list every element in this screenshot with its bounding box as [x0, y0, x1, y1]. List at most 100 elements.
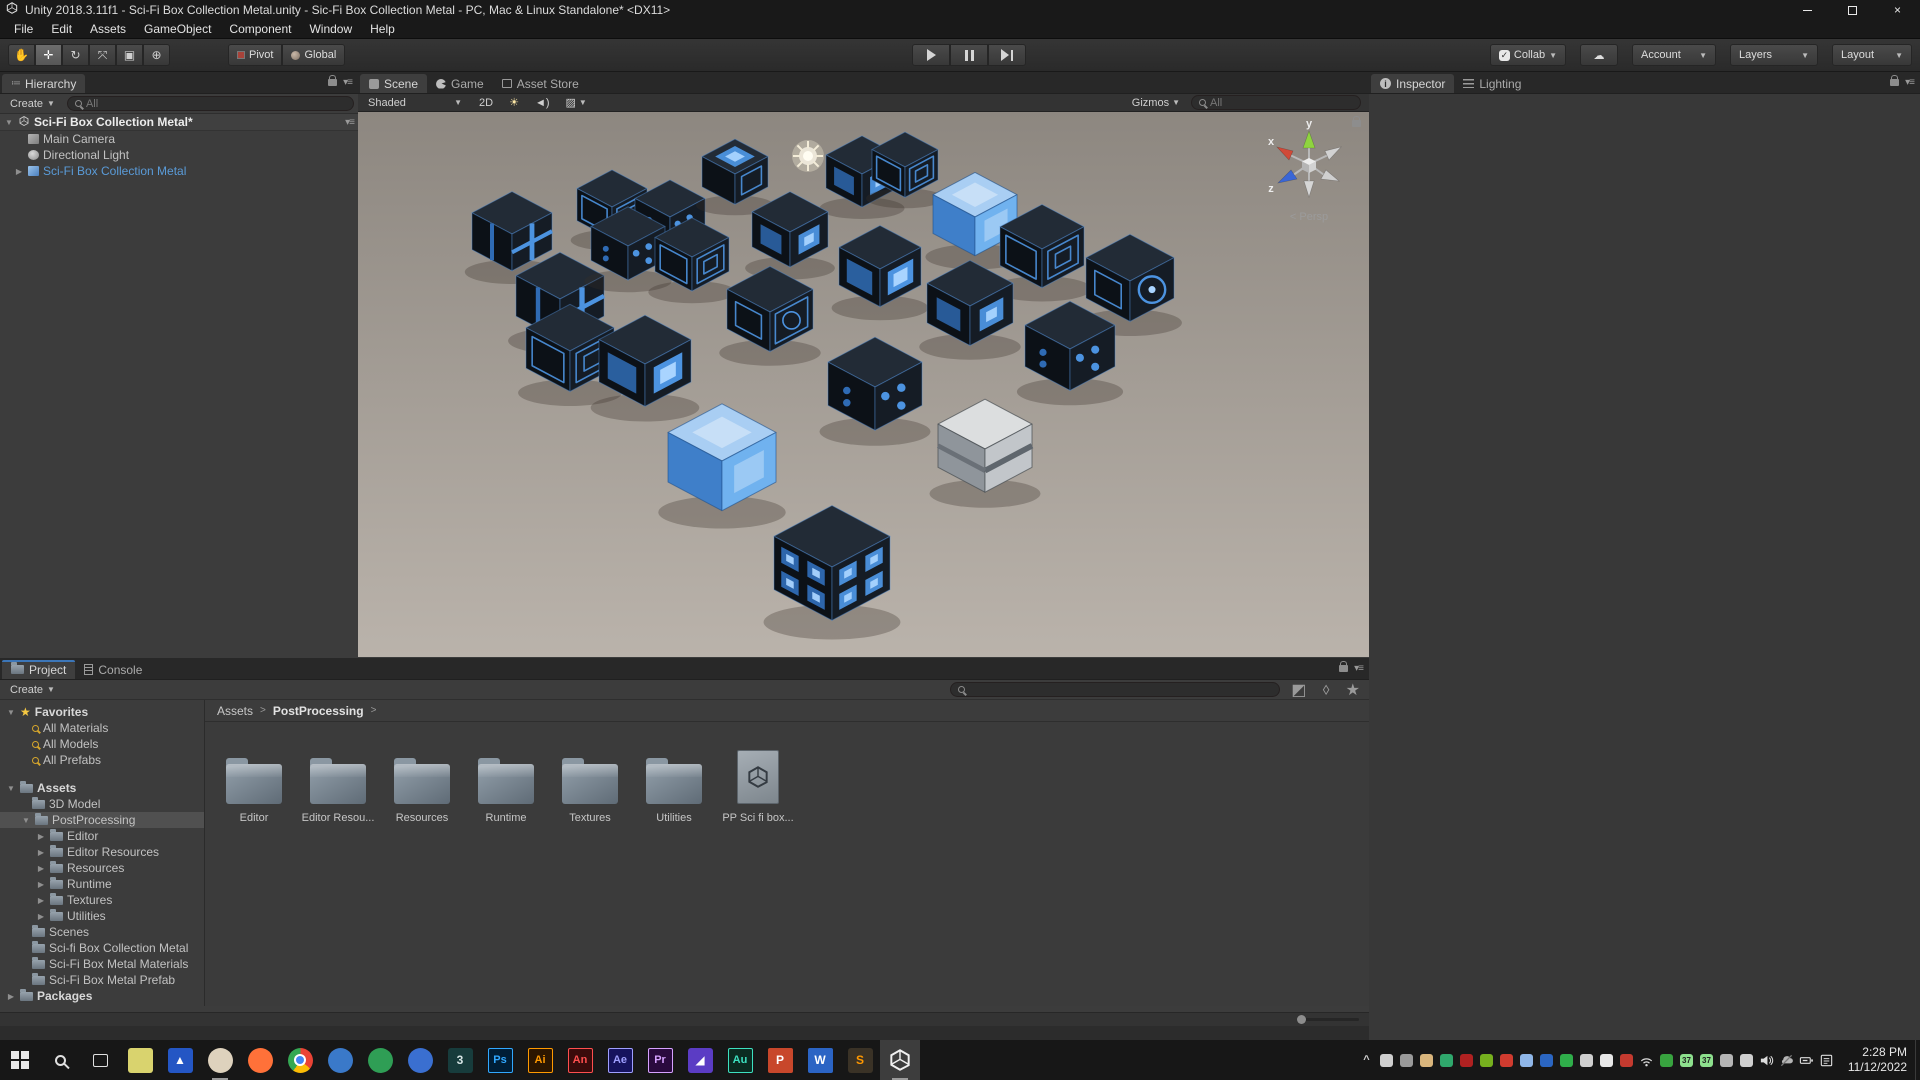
audition-icon[interactable]: Au: [720, 1040, 760, 1080]
scene-audio-toggle-icon[interactable]: ◄): [530, 97, 555, 109]
tab-console[interactable]: Console: [75, 660, 151, 679]
hierarchy-create-button[interactable]: Create▼: [4, 97, 61, 111]
hierarchy-lock-icon[interactable]: [328, 79, 337, 86]
layers-dropdown[interactable]: Layers▼: [1730, 44, 1818, 66]
tree-item-textures[interactable]: ▶Textures: [0, 892, 204, 908]
maximize-button[interactable]: [1830, 0, 1875, 20]
after-effects-icon[interactable]: Ae: [600, 1040, 640, 1080]
step-button[interactable]: [988, 44, 1026, 66]
projection-toggle[interactable]: < Persp: [1263, 211, 1355, 223]
tree-expander-icon[interactable]: ▶: [36, 832, 46, 841]
menu-gameobject[interactable]: GameObject: [136, 21, 219, 37]
menu-assets[interactable]: Assets: [82, 21, 134, 37]
play-button[interactable]: [912, 44, 950, 66]
scene-cube-paneltop[interactable]: [696, 139, 774, 215]
directional-light-gizmo-icon[interactable]: [792, 140, 824, 172]
start-icon[interactable]: [0, 1040, 40, 1080]
menu-component[interactable]: Component: [221, 21, 299, 37]
asset-editor[interactable]: Editor: [223, 748, 285, 824]
cloud-icon[interactable]: ☁: [1580, 44, 1618, 66]
wifi-bars-icon[interactable]: [1638, 1052, 1655, 1069]
toggle-2d-button[interactable]: 2D: [474, 97, 498, 109]
tree-expander-icon[interactable]: ▼: [21, 816, 31, 825]
idm-icon[interactable]: [1658, 1052, 1675, 1069]
3ds-max-icon[interactable]: 3: [440, 1040, 480, 1080]
premiere-icon[interactable]: Pr: [640, 1040, 680, 1080]
scene-cube-panel[interactable]: [919, 260, 1020, 359]
hierarchy-item-sci-fi-box-collection-metal[interactable]: ▶Sci-Fi Box Collection Metal: [0, 163, 358, 179]
asset-resources[interactable]: Resources: [391, 748, 453, 824]
tab-project[interactable]: Project: [2, 660, 75, 679]
tree-item-favorites[interactable]: ▼★Favorites: [0, 704, 204, 720]
panel-lock-icon[interactable]: [1339, 665, 1348, 672]
chrome-icon[interactable]: [280, 1040, 320, 1080]
hierarchy-item-main-camera[interactable]: Main Camera: [0, 131, 358, 147]
collab-dropdown[interactable]: ✓ Collab▼: [1490, 44, 1566, 66]
sublime-text-icon[interactable]: S: [840, 1040, 880, 1080]
transform-tool-icon[interactable]: ⊕: [143, 44, 170, 66]
expander-icon[interactable]: ▶: [14, 167, 24, 176]
account-dropdown[interactable]: Account▼: [1632, 44, 1716, 66]
tree-item-all-models[interactable]: All Models: [0, 736, 204, 752]
asset-runtime[interactable]: Runtime: [475, 748, 537, 824]
paint-splash-icon[interactable]: [1378, 1052, 1395, 1069]
paint-icon[interactable]: [200, 1040, 240, 1080]
earth-app-icon[interactable]: [360, 1040, 400, 1080]
sticky-notes-icon[interactable]: [120, 1040, 160, 1080]
project-search-input[interactable]: [950, 682, 1280, 697]
asset-editor-resou-[interactable]: Editor Resou...: [307, 748, 369, 824]
tree-item-all-materials[interactable]: All Materials: [0, 720, 204, 736]
tab-hierarchy[interactable]: ≔ Hierarchy: [2, 74, 85, 93]
usb-device-icon[interactable]: [1738, 1052, 1755, 1069]
scene-expander-icon[interactable]: ▼: [4, 118, 14, 127]
tree-expander-icon[interactable]: ▼: [6, 784, 16, 793]
scene-cube-quad[interactable]: [764, 506, 901, 640]
layout-dropdown[interactable]: Layout▼: [1832, 44, 1912, 66]
unity-editor-icon[interactable]: [880, 1040, 920, 1080]
scale-tool-icon[interactable]: ⤧: [89, 44, 116, 66]
tab-lighting[interactable]: Lighting: [1454, 74, 1530, 93]
scene-viewport[interactable]: yxz < Persp: [358, 112, 1369, 657]
breadcrumb-root[interactable]: Assets: [217, 704, 253, 718]
scene-cube-glass[interactable]: [658, 404, 785, 529]
search-by-label-icon[interactable]: ⬨: [1317, 681, 1334, 699]
scene-cube-honeycomb[interactable]: [719, 266, 820, 365]
taskbar-search-icon[interactable]: [40, 1040, 80, 1080]
tree-item-sci-fi-box-metal-prefab[interactable]: Sci-Fi Box Metal Prefab: [0, 972, 204, 988]
asset-pp-sci-fi-box-[interactable]: PP Sci fi box...: [727, 748, 789, 824]
gpu-temp-37-icon[interactable]: 37: [1698, 1052, 1715, 1069]
cpu-temp-37-icon[interactable]: 37: [1678, 1052, 1695, 1069]
tab-asset-store[interactable]: Asset Store: [493, 74, 588, 93]
tree-item-editor[interactable]: ▶Editor: [0, 828, 204, 844]
hierarchy-search-input[interactable]: [67, 96, 354, 111]
gray-app-icon[interactable]: [1718, 1052, 1735, 1069]
show-desktop-button[interactable]: [1915, 1040, 1920, 1080]
red-white-a-icon[interactable]: [1598, 1052, 1615, 1069]
tray-expand-icon[interactable]: ^: [1358, 1052, 1375, 1069]
scene-effects-dropdown-icon[interactable]: ▨ ▼: [561, 96, 592, 109]
moon-app-icon[interactable]: [1418, 1052, 1435, 1069]
scene-cube-roundpanel[interactable]: [832, 226, 929, 321]
asset-utilities[interactable]: Utilities: [643, 748, 705, 824]
pause-button[interactable]: [950, 44, 988, 66]
project-create-button[interactable]: Create▼: [4, 683, 61, 697]
panel-menu-icon[interactable]: ▾≡: [1905, 77, 1914, 88]
menu-help[interactable]: Help: [362, 21, 403, 37]
tree-item-runtime[interactable]: ▶Runtime: [0, 876, 204, 892]
tree-expander-icon[interactable]: ▼: [6, 708, 16, 717]
orientation-gizmo[interactable]: yxz: [1263, 118, 1355, 204]
ccleaner-icon[interactable]: [1618, 1052, 1635, 1069]
tree-expander-icon[interactable]: ▶: [36, 880, 46, 889]
tree-expander-icon[interactable]: ▶: [36, 848, 46, 857]
move-tool-icon[interactable]: ✛: [35, 44, 62, 66]
tab-inspector[interactable]: iInspector: [1371, 74, 1454, 93]
tree-item-packages[interactable]: ▶Packages: [0, 988, 204, 1004]
global-toggle[interactable]: Global: [282, 44, 345, 66]
tree-item-sci-fi-box-collection-metal[interactable]: Sci-fi Box Collection Metal: [0, 940, 204, 956]
tree-item-sci-fi-box-metal-materials[interactable]: Sci-Fi Box Metal Materials: [0, 956, 204, 972]
tree-item-scenes[interactable]: Scenes: [0, 924, 204, 940]
firefox-icon[interactable]: [240, 1040, 280, 1080]
tab-scene[interactable]: Scene: [360, 74, 427, 93]
scene-cube-dots[interactable]: [820, 337, 931, 446]
rect-tool-icon[interactable]: ▣: [116, 44, 143, 66]
